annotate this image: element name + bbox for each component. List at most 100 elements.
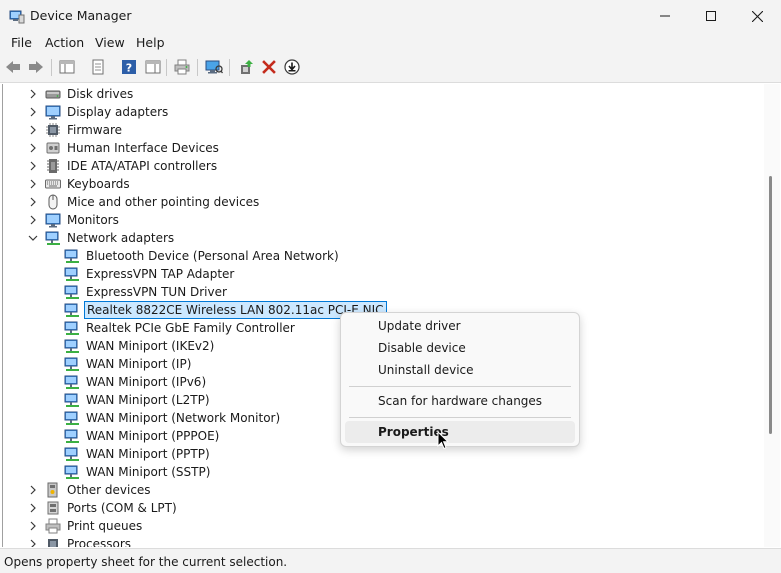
down-arrow-circle-icon [284,59,300,75]
svg-text:?: ? [126,62,132,75]
monitor-icon [45,105,61,120]
collapse-toggle[interactable] [28,233,38,243]
expand-toggle[interactable] [28,125,38,135]
tree-device[interactable]: Realtek 8822CE Wireless LAN 802.11ac PCI… [64,301,387,319]
enable-device-button[interactable] [283,58,301,76]
delete-x-icon [262,60,276,74]
chevron-right-icon [30,107,36,117]
tree-category[interactable]: Firmware [30,121,122,139]
tree-item-label: Bluetooth Device (Personal Area Network) [86,249,339,263]
mouse-cursor-icon [437,431,449,450]
tree-device[interactable]: WAN Miniport (IKEv2) [64,337,214,355]
tree-device[interactable]: WAN Miniport (PPPOE) [64,427,219,445]
toolbar-separator [166,59,167,76]
context-item-label: Scan for hardware changes [378,394,543,408]
tree-item-label: IDE ATA/ATAPI controllers [67,159,218,173]
print-button[interactable] [173,58,191,76]
expand-toggle[interactable] [28,197,38,207]
menu-action[interactable]: Action [45,35,84,50]
tree-item-label: Display adapters [67,105,169,119]
action-pane-icon [145,60,161,74]
tree-device[interactable]: WAN Miniport (IP) [64,355,191,373]
menu-help[interactable]: Help [136,35,165,50]
context-properties[interactable]: Properties [345,421,575,443]
vertical-scrollbar[interactable] [764,84,780,547]
chevron-right-icon [30,143,36,153]
minimize-button[interactable] [642,0,688,32]
uninstall-device-button[interactable] [260,58,278,76]
back-arrow-icon [6,61,20,73]
tree-category[interactable]: Disk drives [30,85,133,103]
update-driver-button[interactable] [237,58,255,76]
context-scan-hardware[interactable]: Scan for hardware changes [345,390,575,412]
tree-category[interactable]: Human Interface Devices [30,139,219,157]
window-title: Device Manager [30,8,132,23]
tree-category[interactable]: Mice and other pointing devices [30,193,260,211]
tree-item-label: Network adapters [67,231,175,245]
show-hide-tree-button[interactable] [58,58,76,76]
properties-toolbar-button[interactable] [89,58,107,76]
tree-device[interactable]: ExpressVPN TUN Driver [64,283,227,301]
scrollbar-thumb[interactable] [769,176,772,434]
scan-hardware-button[interactable] [205,58,223,76]
title-bar[interactable]: Device Manager [0,0,781,32]
tree-device[interactable]: WAN Miniport (L2TP) [64,391,210,409]
tree-device[interactable]: ExpressVPN TAP Adapter [64,265,234,283]
expand-toggle[interactable] [28,107,38,117]
chip-icon [46,123,60,137]
tree-item-label: Firmware [67,123,122,137]
tree-item-label: Human Interface Devices [67,141,219,155]
context-uninstall-device[interactable]: Uninstall device [345,359,575,381]
network-adapter-icon [64,393,79,407]
tree-category[interactable]: Monitors [30,211,119,229]
expand-toggle[interactable] [28,89,38,99]
tree-category[interactable]: Print queues [30,517,142,535]
expand-toggle[interactable] [28,485,38,495]
help-toolbar-button[interactable]: ? [120,58,138,76]
menu-file[interactable]: File [11,35,32,50]
tree-device[interactable]: Bluetooth Device (Personal Area Network) [64,247,339,265]
expand-toggle[interactable] [28,215,38,225]
expand-toggle[interactable] [28,143,38,153]
context-separator [349,417,571,418]
tree-category[interactable]: Keyboards [30,175,130,193]
menu-view[interactable]: View [95,35,125,50]
network-adapter-icon [64,375,79,389]
expand-toggle[interactable] [28,521,38,531]
tree-device[interactable]: WAN Miniport (IPv6) [64,373,206,391]
tree-category[interactable]: Ports (COM & LPT) [30,499,177,517]
tree-item-label: ExpressVPN TUN Driver [86,285,227,299]
tree-device[interactable]: Realtek PCIe GbE Family Controller [64,319,295,337]
context-disable-device[interactable]: Disable device [345,337,575,359]
chevron-right-icon [30,521,36,531]
context-update-driver[interactable]: Update driver [345,315,575,337]
menu-bar: File Action View Help [0,32,781,53]
tree-category[interactable]: IDE ATA/ATAPI controllers [30,157,218,175]
tree-category[interactable]: Network adapters [28,229,175,247]
expand-toggle[interactable] [28,539,38,547]
expand-toggle[interactable] [28,161,38,171]
status-bar: Opens property sheet for the current sel… [0,548,781,573]
network-adapter-icon [64,429,79,443]
tree-category[interactable]: Other devices [30,481,151,499]
tree-item-label: Other devices [67,483,151,497]
network-adapter-icon [45,231,60,245]
chevron-right-icon [30,485,36,495]
monitor-icon [45,213,61,228]
expand-toggle[interactable] [28,179,38,189]
chevron-right-icon [30,215,36,225]
tree-device[interactable]: WAN Miniport (Network Monitor) [64,409,280,427]
tree-device[interactable]: WAN Miniport (SSTP) [64,463,210,481]
close-button[interactable] [734,0,780,32]
maximize-button[interactable] [688,0,734,32]
context-item-label: Disable device [378,341,466,355]
forward-button[interactable] [27,58,45,76]
tree-device[interactable]: WAN Miniport (PPTP) [64,445,210,463]
back-button[interactable] [4,58,22,76]
tree-item-label: Mice and other pointing devices [67,195,260,209]
action-pane-button[interactable] [144,58,162,76]
expand-toggle[interactable] [28,503,38,513]
tree-category[interactable]: Processors [30,535,131,547]
tree-category[interactable]: Display adapters [30,103,169,121]
chevron-right-icon [30,161,36,171]
